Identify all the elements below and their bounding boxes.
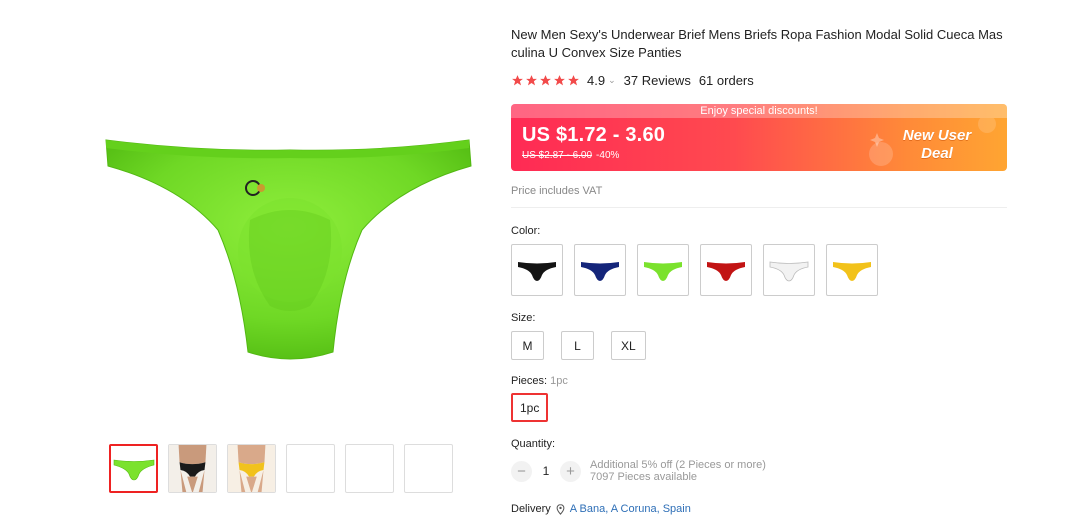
thumbnail-black-model[interactable] — [168, 444, 217, 493]
delivery-row: Delivery A Bana, A Coruna, Spain — [511, 503, 1007, 515]
price-banner: Enjoy special discounts! US $1.72 - 3.60… — [511, 104, 1007, 171]
quantity-increase-button[interactable]: + — [560, 460, 581, 482]
location-pin-icon — [556, 503, 565, 515]
pieces-option-1pc[interactable]: 1pc — [511, 393, 549, 422]
star-icon — [568, 74, 579, 85]
quantity-stepper: − 1 + Additional 5% off (2 Pieces or mor… — [511, 459, 1007, 483]
pieces-label: Pieces: 1pc — [511, 375, 1007, 387]
chevron-down-icon[interactable]: ⌄ — [608, 75, 616, 86]
color-swatch-yellow[interactable] — [826, 244, 878, 296]
color-swatches — [511, 244, 1007, 296]
reviews-count[interactable]: 37 Reviews — [624, 73, 691, 88]
star-icon — [526, 74, 537, 85]
original-price: US $2.87 - 6.00 — [522, 150, 593, 161]
thumbnail-empty[interactable] — [404, 444, 453, 493]
thumbnail-green-brief[interactable] — [109, 444, 158, 493]
delivery-location-link[interactable]: A Bana, A Coruna, Spain — [570, 503, 691, 515]
quantity-decrease-button[interactable]: − — [511, 460, 532, 482]
color-swatch-green[interactable] — [637, 244, 689, 296]
orders-count: 61 orders — [698, 72, 754, 88]
thumbnail-strip — [109, 444, 453, 493]
size-label: Size: — [511, 312, 536, 324]
rating-value[interactable]: 4.9 — [587, 73, 605, 88]
color-swatch-red[interactable] — [700, 244, 752, 296]
current-price: US $1.72 - 3.60 — [522, 124, 666, 146]
banner-caption: Enjoy special discounts! — [511, 104, 1007, 118]
star-icon — [554, 74, 565, 85]
thumbnail-empty[interactable] — [286, 444, 335, 493]
vat-note: Price includes VAT — [511, 185, 1007, 208]
deal-line-2: Deal — [921, 144, 953, 162]
color-swatch-black[interactable] — [511, 244, 563, 296]
original-price-row: US $2.87 - 6.00 -40% — [522, 150, 619, 161]
quantity-label: Quantity: — [511, 438, 556, 450]
quantity-note: Additional 5% off (2 Pieces or more) 709… — [590, 459, 766, 483]
size-option-m[interactable]: M — [511, 331, 544, 360]
delivery-label: Delivery — [511, 503, 551, 515]
thumbnail-empty[interactable] — [345, 444, 394, 493]
new-user-deal-badge[interactable]: New User Deal — [867, 118, 1007, 171]
bulk-discount-note: Additional 5% off (2 Pieces or more) — [590, 459, 766, 471]
star-icon — [512, 74, 523, 85]
thumbnail-yellow-model[interactable] — [227, 444, 276, 493]
size-option-xl[interactable]: XL — [611, 331, 646, 360]
color-swatch-navy[interactable] — [574, 244, 626, 296]
star-rating[interactable] — [511, 74, 580, 87]
pieces-options: 1pc — [511, 393, 1007, 422]
size-options: M L XL — [511, 331, 1007, 360]
color-swatch-white[interactable] — [763, 244, 815, 296]
pieces-selected-value: 1pc — [550, 375, 568, 387]
product-main-image[interactable] — [100, 120, 480, 370]
color-label: Color: — [511, 225, 541, 237]
discount-percent: -40% — [596, 150, 620, 161]
pieces-label-text: Pieces: — [511, 375, 548, 387]
product-title: New Men Sexy's Underwear Brief Mens Brie… — [511, 27, 1003, 60]
product-info-panel: New Men Sexy's Underwear Brief Mens Brie… — [511, 26, 1007, 515]
deal-line-1: New User — [902, 126, 972, 144]
quantity-value[interactable]: 1 — [532, 464, 560, 478]
rating-row: 4.9 ⌄ 37 Reviews 61 orders — [511, 71, 1007, 89]
size-option-l[interactable]: L — [561, 331, 594, 360]
star-icon — [540, 74, 551, 85]
stock-available: 7097 Pieces available — [590, 471, 698, 483]
